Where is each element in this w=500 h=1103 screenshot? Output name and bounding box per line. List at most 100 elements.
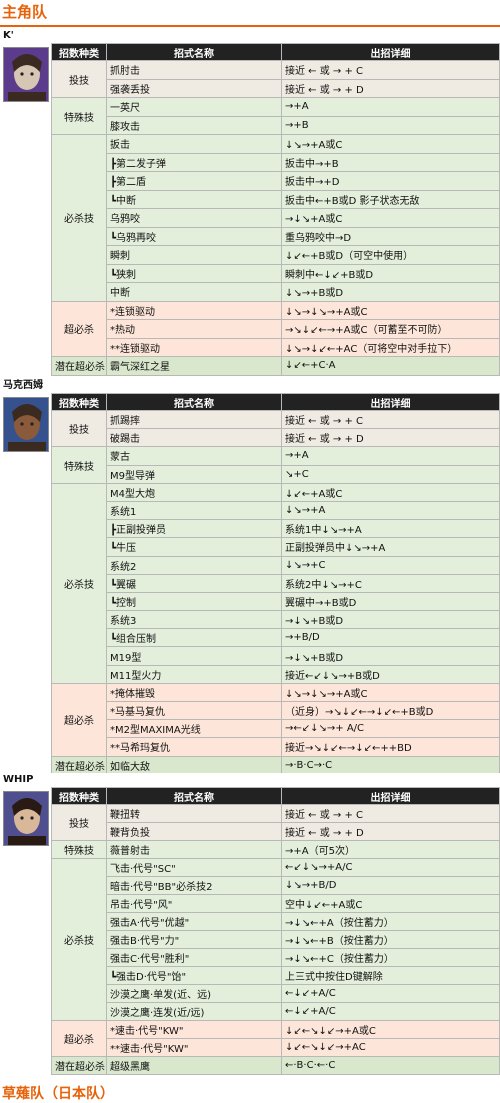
column-header: 招式名称: [106, 393, 282, 411]
move-row: 暗击·代号"BB"必杀技2 ↓↘→+B/D: [52, 876, 500, 895]
move-input: ↓↙←+A或C: [281, 482, 500, 502]
move-row: 超必杀 *连锁驱动 ↓↘→↓↘→+A或C: [51, 300, 500, 357]
move-row: ┗狭刺 瞬刺中←↓↙+B或D: [52, 263, 500, 283]
move-input: （近身）→↘↓↙←→↓↙←+B或D: [281, 700, 500, 721]
move-row: 系统1 ↓↘→+A: [52, 500, 500, 521]
move-input: 系统1中↓↘→+A: [281, 519, 500, 539]
move-input: 空中↓↙←+A或C: [281, 894, 500, 913]
move-row: 特殊技 蒙古 →+A: [51, 446, 500, 484]
move-row: 特殊技 一英尺 →+A: [51, 97, 500, 135]
move-row: **连锁驱动 ↓↘→↓↙←+AC（可将空中对手拉下）: [52, 337, 500, 357]
move-name: M11型火力: [106, 664, 282, 684]
move-row: ┗组合压制 →+B/D: [52, 628, 500, 648]
move-name: 吊击·代号"风": [106, 894, 282, 913]
move-input: ↓↘→↓↘→+A或C: [281, 682, 500, 703]
move-input: ←↙↓↘→+A/C: [281, 858, 500, 877]
column-header: 招数种类: [51, 43, 107, 61]
move-name: 瞬刺: [106, 245, 282, 265]
character-portrait: [3, 397, 49, 452]
move-input: ↓↘→+A: [281, 500, 500, 521]
team-title: 主角队: [0, 0, 500, 27]
move-name: **马希玛复仇: [106, 737, 282, 757]
move-input: →+A: [281, 97, 500, 117]
move-row: 强袭丢投 接近 ← 或 → + D: [52, 78, 500, 98]
move-row: 强击A·代号"优越" →↓↘←+A（按住蓄力）: [52, 912, 500, 931]
move-type: 潜在超必杀: [51, 356, 107, 376]
character-name: 马克西姆: [0, 379, 500, 393]
move-type: 必杀技: [51, 858, 107, 1021]
character-portrait: [3, 791, 49, 846]
character-name: WHIP: [0, 773, 500, 787]
move-input: →↓↘←+C（按住蓄力）: [281, 948, 500, 967]
move-name: ┗中断: [106, 189, 282, 209]
move-row: ┗控制 翼碾中→+B或D: [52, 591, 500, 612]
move-row: **马希玛复仇 接近→↘↓↙←→↓↙←++BD: [52, 737, 500, 757]
move-input: ↓↘→+B/D: [281, 876, 500, 895]
move-name: 鞭扭转: [106, 804, 282, 823]
move-name: ┗组合压制: [106, 628, 282, 648]
move-input: →↓↘←+B（按住蓄力）: [281, 930, 500, 949]
move-row: M9型导弹 ↘+C: [52, 464, 500, 484]
move-row: ┣第二发子弹 扳击中→+B: [52, 152, 500, 172]
move-input: ←·B·C·←·C: [281, 1056, 500, 1075]
move-row: 投技 鞭扭转 接近 ← 或 → + C: [51, 804, 500, 841]
move-row: ┗乌鸦再咬 重乌鸦咬中→D: [52, 226, 500, 246]
move-name: 系统1: [106, 500, 282, 521]
move-input: ↓↙←↘↓↙→+A或C: [281, 1020, 500, 1039]
move-row: 破踢击 接近 ← 或 → + D: [52, 428, 500, 448]
move-input: 系统2中↓↘→+C: [281, 573, 500, 593]
move-name: 扳击: [106, 134, 282, 154]
move-name: *马基马复仇: [106, 700, 282, 721]
move-input: →↓↘+A或C: [281, 208, 500, 228]
move-input: 接近 ← 或 → + C: [281, 409, 500, 430]
move-input: →·B·C→·C: [281, 755, 500, 775]
move-input: 接近 ← 或 → + D: [281, 78, 500, 98]
character-block: K' 招数种类 招式名称 出招详细 投技 抓肘击 接近 ← 或 → + C 强袭丢投 接近 ← …: [0, 29, 500, 376]
move-name: 暗击·代号"BB"必杀技2: [106, 876, 282, 895]
move-name: 中断: [106, 282, 282, 302]
move-row: 必杀技 M4型大炮 ↓↙←+A或C: [51, 482, 500, 684]
column-header: 出招详细: [281, 787, 500, 805]
move-name: **速击·代号"KW": [106, 1038, 282, 1057]
move-input: 翼碾中→+B或D: [281, 591, 500, 612]
move-name: ┣正副投弹员: [106, 519, 282, 539]
move-row: *马基马复仇 （近身）→↘↓↙←→↓↙←+B或D: [52, 700, 500, 721]
move-row: 瞬刺 ↓↙←+B或D（可空中使用）: [52, 245, 500, 265]
move-input: ←↓↙+A/C: [281, 1002, 500, 1021]
next-team-title: 草薙队（日本队）: [2, 1086, 114, 1102]
move-name: 强击C·代号"胜利": [106, 948, 282, 967]
move-input: 正副投弹员中↓↘→+A: [281, 537, 500, 557]
move-name: ┗牛压: [106, 537, 282, 557]
move-name: 飞击·代号"SC": [106, 858, 282, 877]
move-row: 投技 抓肘击 接近 ← 或 → + C: [51, 60, 500, 98]
move-type: 特殊技: [51, 840, 107, 859]
move-name: ┗控制: [106, 591, 282, 612]
move-input: 瞬刺中←↓↙+B或D: [281, 263, 500, 283]
move-row: *热动 →↘↓↙←→+A或C（可蓄至不可防）: [52, 319, 500, 339]
move-type: 潜在超必杀: [51, 755, 107, 775]
move-name: 如临大敌: [106, 755, 282, 775]
move-type: 投技: [51, 409, 107, 448]
move-input: 扳击中→+D: [281, 171, 500, 191]
move-type: 投技: [51, 804, 107, 841]
move-row: 鞭背负投 接近 ← 或 → + D: [52, 822, 500, 841]
move-name: ┗翼碾: [106, 573, 282, 593]
move-name: 乌鸦咬: [106, 208, 282, 228]
move-input: →+A: [281, 446, 500, 466]
move-input: →↘↓↙←→+A或C（可蓄至不可防）: [281, 319, 500, 339]
move-input: ↘+C: [281, 464, 500, 484]
move-input: ↓↙←↘↓↙→+AC: [281, 1038, 500, 1057]
move-input: 重乌鸦咬中→D: [281, 226, 500, 246]
move-name: **连锁驱动: [106, 337, 282, 357]
move-input: ↓↘→+B或D: [281, 282, 500, 302]
move-name: 系统2: [106, 555, 282, 575]
move-type: 超必杀: [51, 682, 107, 757]
move-name: 破踢击: [106, 428, 282, 448]
move-name: ┗狭刺: [106, 263, 282, 283]
move-row: 超必杀 *掩体摧毁 ↓↘→↓↘→+A或C: [51, 682, 500, 757]
move-row: 潜在超必杀 超级黑鹰 ←·B·C·←·C: [51, 1056, 500, 1075]
move-input: →+A（可5次）: [281, 840, 500, 859]
character-block: 马克西姆 招数种类 招式名称 出招详细 投技 抓踢摔 接近 ← 或 → + C 破踢击 接近 ←…: [0, 379, 500, 775]
move-name: M19型: [106, 646, 282, 666]
column-header: 出招详细: [281, 43, 500, 61]
